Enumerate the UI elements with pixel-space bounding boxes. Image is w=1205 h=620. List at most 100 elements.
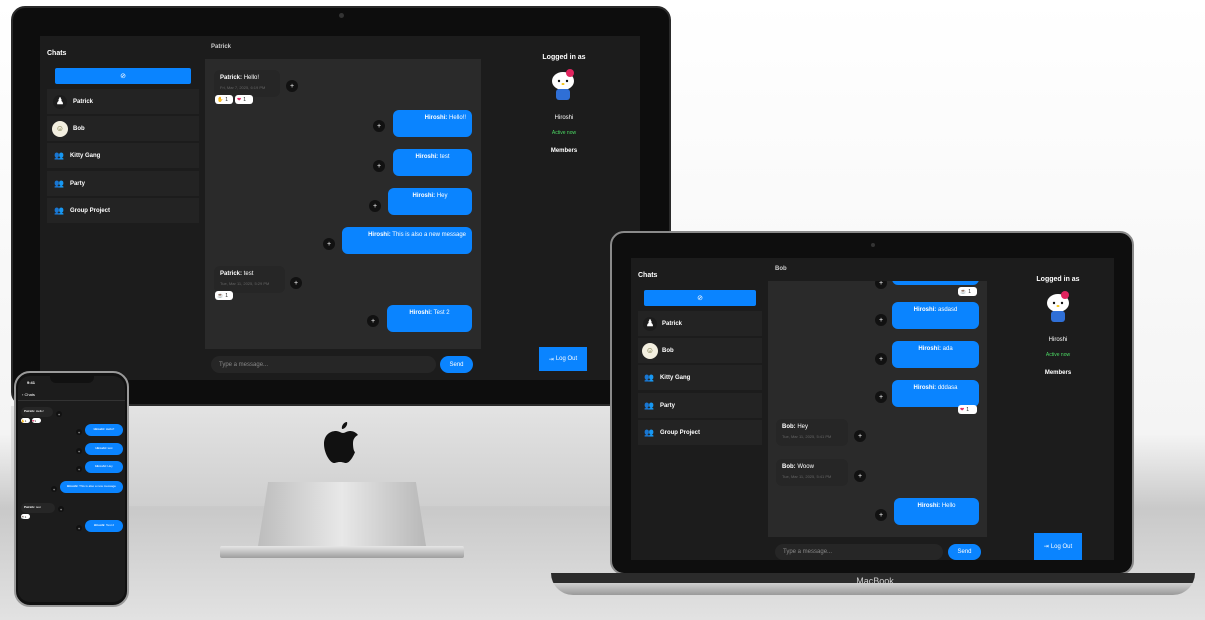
reaction-badge[interactable]: ✋ 1	[215, 95, 233, 104]
add-reaction-button[interactable]: +	[875, 509, 887, 521]
members-button[interactable]: Members	[1026, 370, 1090, 376]
message-incoming: Patrick: test Tue, Mar 11, 2025, 5:29 PM	[214, 266, 285, 293]
message-text: test	[107, 446, 113, 450]
reaction-badge[interactable]: ☕ 1	[21, 514, 30, 519]
message-time: Tue, Mar 11, 2025, 5:29 PM	[220, 281, 270, 286]
send-button[interactable]: Send	[440, 356, 473, 373]
chat-item-kitty-gang[interactable]: 👥 Kitty Gang	[47, 143, 199, 168]
message-outgoing: Hiroshi: asdasd	[892, 302, 979, 329]
add-reaction-button[interactable]: +	[290, 277, 302, 289]
chat-item-bob[interactable]: ☺ Bob	[47, 116, 199, 141]
message-list: + ☕ 1 + Hiroshi: asdasd + Hiroshi: ada + …	[768, 281, 987, 537]
message-input[interactable]: Type a message...	[211, 356, 436, 373]
add-reaction-button[interactable]: +	[854, 470, 866, 482]
new-chat-button[interactable]: ⊘	[644, 290, 756, 306]
avatar-bob-icon: ☺	[642, 342, 658, 359]
add-reaction-button[interactable]: +	[367, 315, 379, 327]
imac-camera	[339, 13, 344, 18]
message-text: test	[243, 271, 254, 277]
add-reaction-button[interactable]: +	[76, 525, 82, 531]
chat-item-label: Group Project	[69, 207, 110, 214]
message-outgoing: Hiroshi: Hello	[894, 498, 979, 525]
sidebar-title: Chats	[638, 272, 658, 279]
message-sender: Hiroshi:	[93, 427, 105, 431]
reaction-badge[interactable]: ❤ 1	[958, 405, 977, 414]
chat-item-patrick[interactable]: ♟ Patrick	[638, 311, 762, 336]
message-sender: Hiroshi:	[918, 346, 941, 352]
chat-item-kitty-gang[interactable]: 👥 Kitty Gang	[638, 365, 762, 390]
message-sender: Hiroshi:	[95, 464, 107, 468]
imac-foot	[220, 546, 464, 558]
reaction-emoji-icon: ☕	[960, 288, 967, 295]
message-outgoing: Hiroshi: This is also a new message	[60, 481, 123, 493]
phone-notch	[50, 376, 94, 383]
send-button[interactable]: Send	[948, 544, 981, 560]
group-icon: 👥	[644, 373, 654, 382]
add-reaction-button[interactable]: +	[76, 429, 82, 435]
add-reaction-button[interactable]: +	[369, 200, 381, 212]
chat-item-group-project[interactable]: 👥 Group Project	[47, 198, 199, 223]
members-button[interactable]: Members	[532, 148, 596, 154]
reaction-badge[interactable]: ☕ 1	[958, 287, 977, 296]
message-outgoing: Hiroshi: Hey	[85, 461, 123, 473]
reaction-count: 1	[225, 96, 229, 103]
message-outgoing: Hiroshi: Test 2	[85, 520, 123, 532]
chat-item-party[interactable]: 👥 Party	[638, 393, 762, 418]
reaction-badge[interactable]: ☕ 1	[215, 291, 233, 300]
message-text: Hello!	[243, 75, 260, 81]
add-reaction-button[interactable]: +	[51, 486, 57, 492]
add-reaction-button[interactable]: +	[875, 314, 887, 326]
add-reaction-button[interactable]: +	[373, 120, 385, 132]
add-reaction-button[interactable]: +	[76, 466, 82, 472]
message-input[interactable]: Type a message...	[775, 544, 943, 560]
add-reaction-button[interactable]: +	[875, 391, 887, 403]
message-sender: Hiroshi:	[913, 385, 937, 391]
chat-item-patrick[interactable]: ♟ Patrick	[47, 89, 199, 114]
message-sender: Patrick:	[24, 409, 36, 413]
add-reaction-button[interactable]: +	[854, 430, 866, 442]
new-chat-button[interactable]: ⊘	[55, 68, 191, 84]
chat-item-party[interactable]: 👥 Party	[47, 171, 199, 196]
message-text: Hello	[941, 503, 956, 509]
reaction-badge[interactable]: ❤ 1	[32, 418, 41, 423]
chat-item-bob[interactable]: ☺ Bob	[638, 338, 762, 363]
add-reaction-button[interactable]: +	[373, 160, 385, 172]
new-chat-icon: ⊘	[120, 73, 126, 80]
laptop-camera	[871, 243, 875, 247]
message-outgoing	[892, 281, 979, 285]
message-incoming: Patrick: Hello!	[21, 407, 53, 417]
message-text: Woow	[797, 464, 814, 470]
back-button[interactable]: ‹ Chats	[22, 392, 35, 397]
add-reaction-button[interactable]: +	[58, 506, 64, 512]
logout-button[interactable]: ⇥ Log Out	[1034, 533, 1082, 560]
message-outgoing: Hiroshi: Test 2	[387, 305, 472, 332]
back-label: Chats	[24, 392, 35, 397]
message-text: dddasa	[937, 385, 958, 391]
message-sender: Hiroshi:	[93, 523, 106, 527]
message-outgoing: Hiroshi: test	[393, 149, 472, 176]
message-sender: Patrick:	[220, 271, 243, 277]
reaction-count: 1	[968, 288, 972, 295]
message-sender: Hiroshi:	[368, 232, 391, 238]
add-reaction-button[interactable]: +	[76, 448, 82, 454]
logged-in-label: Logged in as	[542, 54, 586, 61]
message-text: Hello!!	[105, 427, 115, 431]
message-text: Test 2	[433, 310, 450, 316]
logout-button[interactable]: ⇥ Log Out	[539, 347, 587, 371]
message-sender: Hiroshi:	[424, 115, 448, 121]
chat-item-group-project[interactable]: 👥 Group Project	[638, 420, 762, 445]
add-reaction-button[interactable]: +	[323, 238, 335, 250]
add-reaction-button[interactable]: +	[286, 80, 298, 92]
reaction-count: 1	[966, 406, 969, 413]
message-sender: Hiroshi:	[917, 503, 941, 509]
chat-item-label: Party	[69, 180, 85, 187]
add-reaction-button[interactable]: +	[875, 281, 887, 289]
add-reaction-button[interactable]: +	[875, 353, 887, 365]
reaction-badge[interactable]: ✋ 1	[21, 418, 30, 423]
message-incoming: Patrick: test	[21, 503, 55, 513]
desktop-screen: Chats ⊘ ♟ Patrick ☺ Bob 👥 Kitty Gang 👥 P…	[40, 36, 640, 380]
reaction-badge[interactable]: ❤ 1	[235, 95, 253, 104]
add-reaction-button[interactable]: +	[56, 411, 62, 417]
chat-header: Patrick	[211, 44, 232, 50]
thumbs-up-icon: ✋	[217, 96, 224, 103]
